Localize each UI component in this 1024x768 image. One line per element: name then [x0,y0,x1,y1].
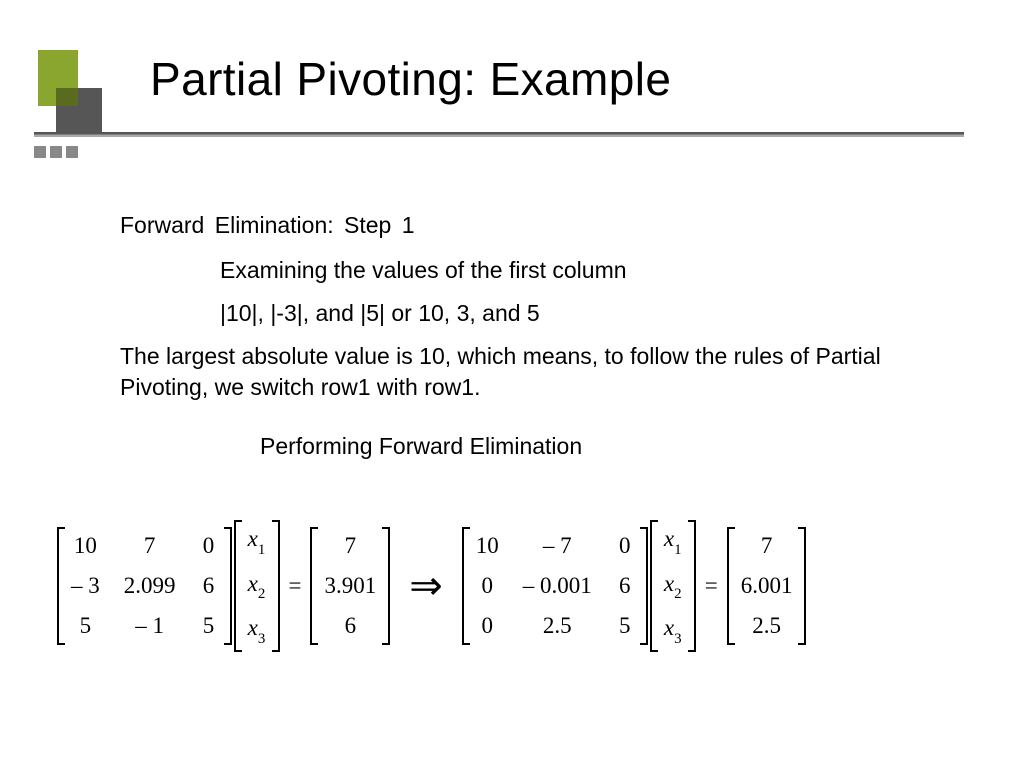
divider-squares [34,146,78,158]
vector-cell: 3.901 [324,573,376,599]
largest-value-text: The largest absolute value is 10, which … [120,341,920,403]
divider-line [34,132,964,137]
vector-cell: 7 [741,533,793,559]
vector-b1: 7 3.901 6 [310,527,390,645]
vector-cell: 2.5 [741,613,793,639]
equation-row: 10 7 0 – 3 2.099 6 5 – 1 5 x1 x2 x3 = 7 … [56,520,807,652]
matrix-cell: – 0.001 [523,573,592,599]
step-heading: Forward Elimination: Step 1 [120,210,920,241]
vector-cell: 6.001 [741,573,793,599]
matrix-cell: 6 [200,573,218,599]
matrix-cell: 0 [200,533,218,559]
matrix-cell: 6 [616,573,634,599]
matrix-cell: 2.099 [124,573,176,599]
matrix-cell: 10 [71,533,100,559]
matrix-cell: 5 [200,613,218,639]
vector-b2: 7 6.001 2.5 [727,527,807,645]
matrix-cell: – 3 [71,573,100,599]
vector-cell: x2 [664,571,682,602]
matrix-cell: 0 [616,533,634,559]
vector-cell: x1 [248,526,266,557]
matrix-a1: 10 7 0 – 3 2.099 6 5 – 1 5 [57,527,232,645]
slide-title: Partial Pivoting: Example [150,52,671,106]
arrow-icon: ⇒ [409,562,443,609]
matrix-cell: 0 [476,573,499,599]
vector-cell: x2 [248,571,266,602]
equals-sign: = [705,573,718,599]
performing-text: Performing Forward Elimination [260,431,920,462]
vector-cell: x1 [664,526,682,557]
matrix-cell: 7 [124,533,176,559]
examining-text: Examining the values of the first column [220,255,920,286]
vector-cell: 7 [324,533,376,559]
matrix-cell: 2.5 [523,613,592,639]
vector-cell: 6 [324,613,376,639]
matrix-cell: – 1 [124,613,176,639]
vector-cell: x3 [248,615,266,646]
matrix-cell: 0 [476,613,499,639]
matrix-cell: – 7 [523,533,592,559]
vector-x1: x1 x2 x3 [234,520,280,652]
matrix-cell: 5 [616,613,634,639]
equals-sign: = [289,573,302,599]
abs-values-text: |10|, |-3|, and |5| or 10, 3, and 5 [220,298,920,329]
vector-x2: x1 x2 x3 [650,520,696,652]
vector-cell: x3 [664,615,682,646]
matrix-a2: 10 – 7 0 0 – 0.001 6 0 2.5 5 [462,527,648,645]
matrix-cell: 5 [71,613,100,639]
slide-body: Forward Elimination: Step 1 Examining th… [120,210,920,480]
slide-decoration [34,50,106,122]
matrix-cell: 10 [476,533,499,559]
